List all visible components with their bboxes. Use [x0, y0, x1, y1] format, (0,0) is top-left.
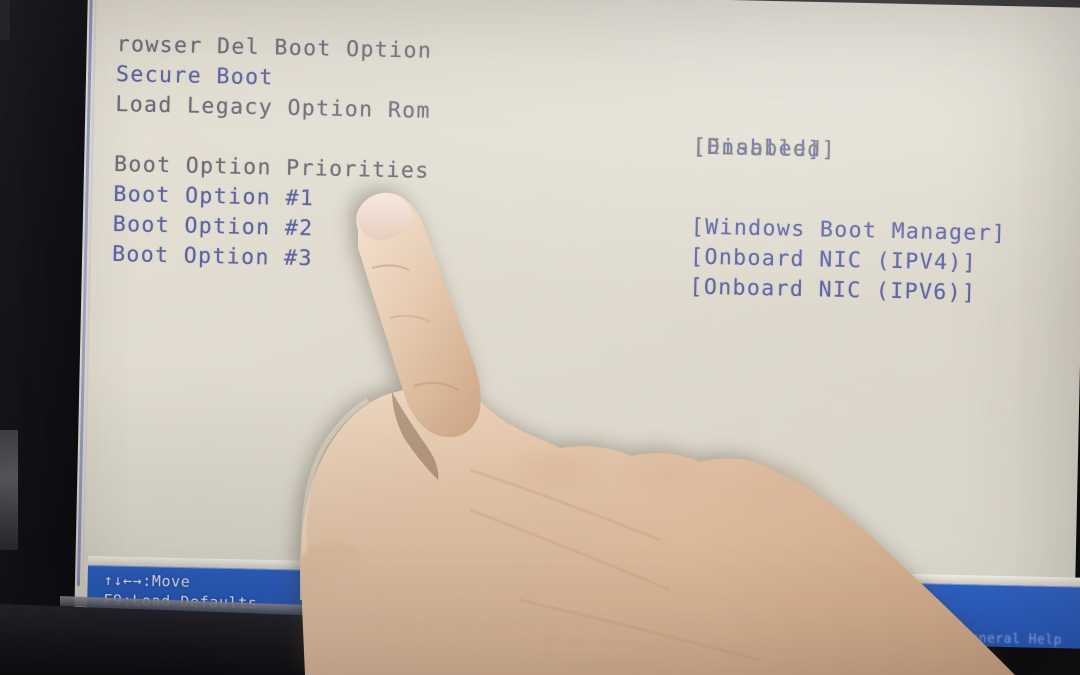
- row-value-disabled[interactable]: [Disabled]: [692, 133, 836, 166]
- row-value-boot-option-3[interactable]: [Onboard NIC (IPV6)]: [689, 273, 976, 309]
- help-general-hint: General Help: [961, 630, 1063, 649]
- bezel-reflection-top: [0, 0, 10, 40]
- bios-setup-content: rowser Del Boot Option Secure Boot Load …: [105, 0, 1078, 605]
- photo-of-bios-screen: rowser Del Boot Option Secure Boot Load …: [0, 0, 1080, 675]
- bezel-reflection-upper: [0, 430, 18, 550]
